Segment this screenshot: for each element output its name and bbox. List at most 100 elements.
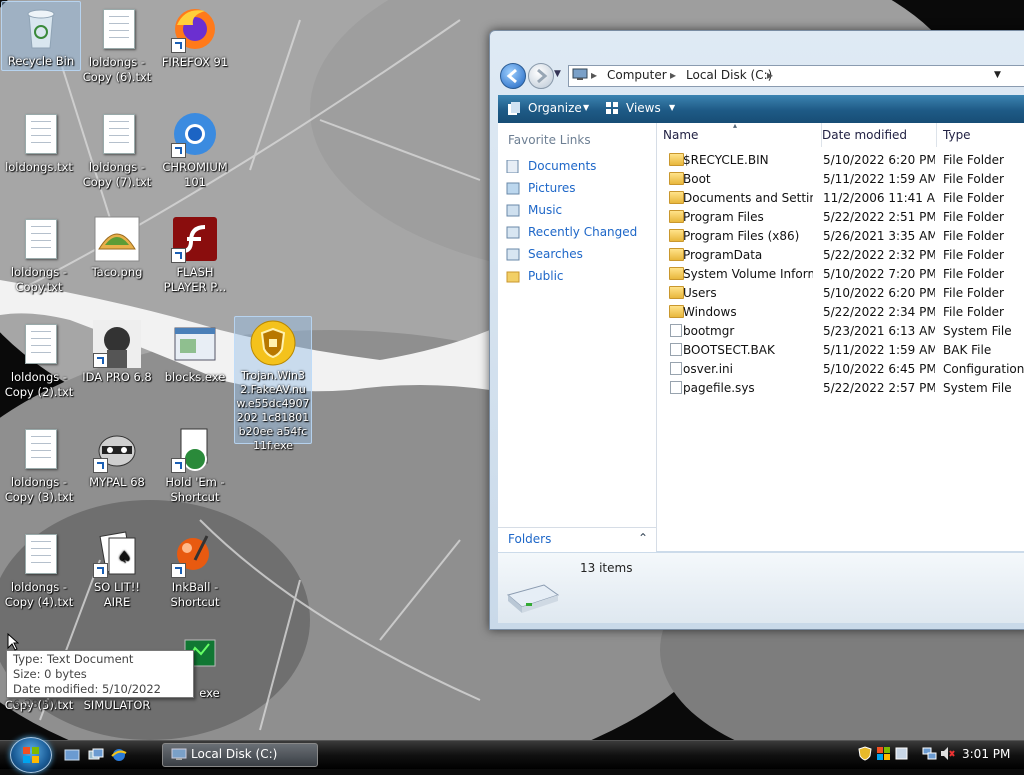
favorite-link-recently-changed[interactable]: Recently Changed — [528, 225, 637, 239]
taskbar-button-local-disk[interactable]: Local Disk (C:) — [162, 743, 318, 767]
file-row[interactable]: Documents and Settings 11/2/2006 11:41 AM… — [657, 189, 1024, 208]
file-icon — [670, 381, 682, 394]
text-file-icon — [15, 320, 63, 368]
file-name: System Volume Inform... — [683, 267, 813, 281]
shortcut-arrow-icon — [171, 458, 186, 473]
desktop-icon-ida-pro[interactable]: IDA PRO 6.8 — [78, 318, 156, 385]
file-row[interactable]: Boot 5/11/2022 1:59 AM File Folder — [657, 170, 1024, 189]
address-dropdown-icon[interactable]: ▼ — [994, 70, 1001, 80]
desktop-icon-loldongs[interactable]: loldongs.txt — [0, 108, 78, 175]
windows-update-icon[interactable] — [876, 746, 891, 761]
views-button[interactable]: Views — [626, 101, 661, 115]
recent-pages-chevron-icon[interactable]: ▼ — [554, 69, 561, 79]
item-count: 13 items — [580, 561, 633, 575]
icon-label: Recycle Bin — [7, 54, 75, 68]
file-date: 5/10/2022 6:45 PM — [823, 362, 935, 376]
desktop-icon-loldongs-copy-6[interactable]: loldongs - Copy (6).txt — [78, 3, 156, 85]
file-type: System File — [943, 381, 1012, 395]
folders-label: Folders — [508, 532, 552, 546]
favorite-link-public[interactable]: Public — [528, 269, 564, 283]
music-icon — [506, 204, 520, 217]
shortcut-arrow-icon — [93, 563, 108, 578]
file-name: ProgramData — [683, 248, 763, 262]
shortcut-arrow-icon — [171, 248, 186, 263]
internet-explorer-icon[interactable] — [111, 747, 127, 763]
file-row[interactable]: osver.ini 5/10/2022 6:45 PM Configuration … — [657, 360, 1024, 379]
file-type: Configuration S — [943, 362, 1024, 376]
folder-icon — [669, 210, 684, 223]
breadcrumb-computer[interactable]: Computer — [607, 68, 667, 82]
show-desktop-icon[interactable] — [64, 747, 80, 763]
column-header-type[interactable]: Type — [937, 123, 1024, 147]
desktop-icon-taco[interactable]: Taco.png — [78, 213, 156, 280]
flash-icon — [171, 215, 219, 263]
file-name: Program Files — [683, 210, 764, 224]
favorite-link-documents[interactable]: Documents — [528, 159, 596, 173]
column-header-date[interactable]: Date modified — [816, 123, 937, 147]
file-name: Documents and Settings — [683, 191, 813, 205]
desktop-icon-firefox[interactable]: FIREFOX 91 — [156, 3, 234, 70]
poker-chips-icon — [171, 425, 219, 473]
icon-label: IDA PRO 6.8 — [82, 370, 152, 384]
navigation-pane: Favorite Links Documents Pictures Music … — [498, 123, 657, 551]
security-shield-icon[interactable] — [858, 746, 873, 761]
desktop-icon-mypal[interactable]: MYPAL 68 — [78, 423, 156, 490]
text-file-icon — [15, 215, 63, 263]
favorite-link-music[interactable]: Music — [528, 203, 562, 217]
file-type: File Folder — [943, 210, 1004, 224]
desktop-icon-loldongs-copy-3[interactable]: loldongs - Copy (3).txt — [0, 423, 78, 505]
icon-label: loldongs.txt — [5, 160, 73, 174]
desktop-icon-inkball[interactable]: InkBall - Shortcut — [156, 528, 234, 610]
file-type: File Folder — [943, 267, 1004, 281]
explorer-window[interactable]: ▼ ▸ Computer ▸ Local Disk (C:) ▸ ▼ Organ… — [489, 30, 1024, 630]
file-row[interactable]: pagefile.sys 5/22/2022 2:57 PM System File — [657, 379, 1024, 398]
address-bar[interactable]: ▸ Computer ▸ Local Disk (C:) ▸ ▼ — [568, 65, 1024, 87]
file-row[interactable]: BOOTSECT.BAK 5/11/2022 1:59 AM BAK File — [657, 341, 1024, 360]
svg-text:♠: ♠ — [117, 547, 131, 566]
desktop-icon-solitaire[interactable]: ♠ SO LIT!! AIRE — [78, 528, 156, 610]
desktop-icon-loldongs-copy[interactable]: loldongs - Copy.txt — [0, 213, 78, 295]
file-row[interactable]: bootmgr 5/23/2021 6:13 AM System File — [657, 322, 1024, 341]
breadcrumb-local-disk[interactable]: Local Disk (C:) — [686, 68, 772, 82]
file-row[interactable]: Windows 5/22/2022 2:34 PM File Folder — [657, 303, 1024, 322]
forward-button[interactable] — [528, 63, 554, 89]
desktop-icon-loldongs-copy-4[interactable]: loldongs - Copy (4).txt — [0, 528, 78, 610]
tray-alert-icon[interactable] — [894, 746, 909, 761]
network-icon[interactable] — [922, 746, 937, 761]
favorite-link-pictures[interactable]: Pictures — [528, 181, 576, 195]
column-header-name[interactable]: Name ▴ — [657, 121, 822, 147]
file-name: Boot — [683, 172, 711, 186]
favorite-link-searches[interactable]: Searches — [528, 247, 583, 261]
folders-toggle[interactable]: Folders ⌃ — [498, 527, 656, 552]
file-row[interactable]: Program Files 5/22/2022 2:51 PM File Folde… — [657, 208, 1024, 227]
desktop-icon-trojan-exe[interactable]: Trojan.Win32.FakeAV.nuw.e55dc4907202 1c8… — [234, 316, 312, 452]
file-type: File Folder — [943, 153, 1004, 167]
back-button[interactable] — [500, 63, 526, 89]
desktop-icon-blocks[interactable]: blocks.exe — [156, 318, 234, 385]
switch-windows-icon[interactable] — [88, 747, 104, 763]
file-icon — [670, 362, 682, 375]
file-row[interactable]: Program Files (x86) 5/26/2021 3:35 AM File… — [657, 227, 1024, 246]
inkball-icon — [171, 530, 219, 578]
clock[interactable]: 3:01 PM — [962, 747, 1010, 761]
desktop-icon-recycle-bin[interactable]: Recycle Bin — [1, 1, 81, 71]
desktop-icon-loldongs-copy-7[interactable]: loldongs - Copy (7).txt — [78, 108, 156, 190]
desktop-icon-loldongs-copy-2[interactable]: loldongs - Copy (2).txt — [0, 318, 78, 400]
file-row[interactable]: Users 5/10/2022 6:20 PM File Folder — [657, 284, 1024, 303]
ida-pro-icon — [93, 320, 141, 368]
desktop-icon-hold-em[interactable]: Hold 'Em - Shortcut — [156, 423, 234, 505]
file-row[interactable]: $RECYCLE.BIN 5/10/2022 6:20 PM File Folder — [657, 151, 1024, 170]
file-name: osver.ini — [683, 362, 733, 376]
file-row[interactable]: System Volume Inform... 5/10/2022 7:20 PM… — [657, 265, 1024, 284]
breadcrumb-separator-icon: ▸ — [767, 68, 774, 82]
folder-icon — [669, 305, 684, 318]
file-date: 5/22/2022 2:32 PM — [823, 248, 935, 262]
taskbar: Local Disk (C:) 3:01 PM — [0, 737, 1024, 773]
column-date-label: Date modified — [822, 128, 908, 142]
file-date: 5/22/2022 2:51 PM — [823, 210, 935, 224]
desktop-icon-flash-player[interactable]: FLASH PLAYER P... — [156, 213, 234, 295]
volume-muted-icon[interactable] — [940, 746, 955, 761]
desktop-icon-chromium[interactable]: CHROMIUM 101 — [156, 108, 234, 190]
file-row[interactable]: ProgramData 5/22/2022 2:32 PM File Folder — [657, 246, 1024, 265]
organize-button[interactable]: Organize — [528, 101, 582, 115]
